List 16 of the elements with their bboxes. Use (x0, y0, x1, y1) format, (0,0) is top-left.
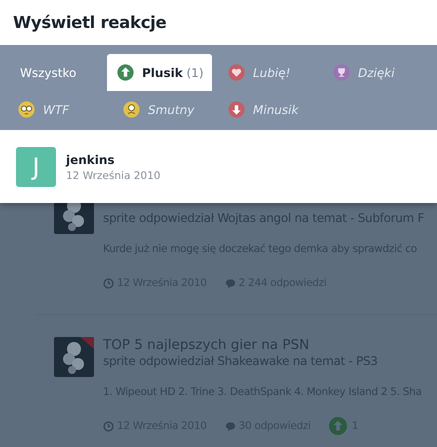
dialog-title: Wyświetl reakcje (13, 13, 166, 32)
upvote-icon (328, 417, 347, 435)
comment-icon (224, 420, 236, 432)
reaction-date: 12 Września 2010 (66, 170, 160, 182)
reaction-tab[interactable]: WTF (2, 91, 107, 128)
clock-icon (103, 420, 114, 432)
reaction-tab[interactable]: Lubię! (212, 54, 317, 91)
comment-icon (224, 278, 236, 288)
user-name[interactable]: jenkins (66, 152, 115, 166)
reaction-tab[interactable]: Minusik (212, 91, 317, 128)
reaction-tab[interactable]: Dzięki (317, 54, 422, 91)
reaction-tab[interactable]: Plusik (1) (107, 54, 212, 91)
clock-icon (103, 278, 114, 288)
user-avatar: J (16, 147, 56, 187)
reaction-tab[interactable]: Smutny (107, 91, 212, 128)
reaction-tab[interactable]: Wszystko (2, 54, 107, 91)
